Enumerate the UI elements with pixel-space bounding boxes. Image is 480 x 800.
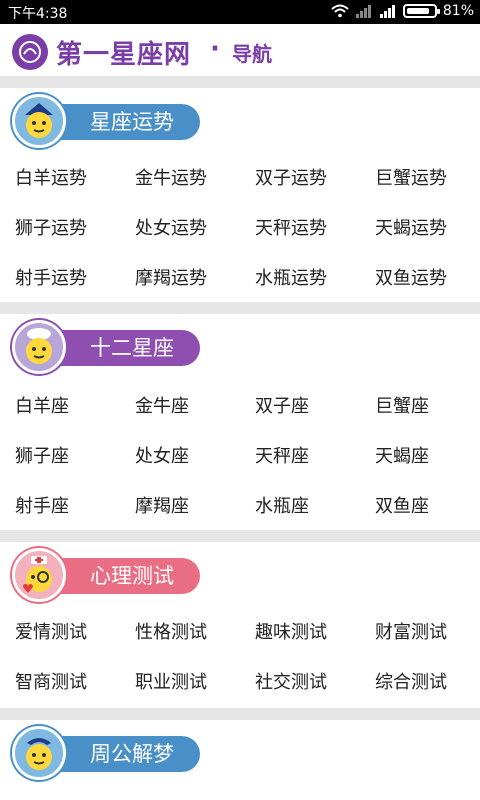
grid-item[interactable]: 金牛座 <box>120 380 240 430</box>
grid-item[interactable]: 双鱼座 <box>360 480 480 530</box>
section-header-horoscope: 星座运势 <box>8 94 208 148</box>
grid-item[interactable]: 白羊运势 <box>0 152 120 202</box>
horoscope-grid: 白羊运势 金牛运势 双子运势 巨蟹运势 狮子运势 处女运势 天秤运势 天蝎运势 … <box>0 152 480 302</box>
status-time: 下午4:38 <box>8 6 68 22</box>
grid-item[interactable]: 天秤座 <box>240 430 360 480</box>
section-title-pill: 心理测试 <box>44 558 200 594</box>
grid-item[interactable]: 双子运势 <box>240 152 360 202</box>
grid-item[interactable]: 综合测试 <box>360 656 480 706</box>
grid-item[interactable]: 摩羯座 <box>120 480 240 530</box>
signal-icon <box>355 5 371 18</box>
grid-item[interactable]: 水瓶座 <box>240 480 360 530</box>
battery-icon <box>402 4 440 18</box>
grid-item[interactable]: 智商测试 <box>0 656 120 706</box>
grid-item[interactable]: 职业测试 <box>120 656 240 706</box>
grid-item[interactable]: 狮子座 <box>0 430 120 480</box>
divider <box>0 708 480 720</box>
section-header-zodiac: 十二星座 <box>8 320 208 374</box>
grid-item[interactable]: 社交测试 <box>240 656 360 706</box>
grid-item[interactable]: 财富测试 <box>360 606 480 656</box>
status-bar: 下午4:38 81% <box>0 0 480 24</box>
chef-mascot-icon <box>12 320 66 374</box>
grid-item[interactable]: 处女座 <box>120 430 240 480</box>
section-title-pill: 十二星座 <box>44 330 200 366</box>
grid-item[interactable]: 摩羯运势 <box>120 252 240 302</box>
grid-item[interactable]: 水瓶运势 <box>240 252 360 302</box>
divider <box>0 530 480 542</box>
status-indicators: 81% <box>331 3 474 19</box>
logo-dot: · <box>210 34 220 64</box>
logo-text[interactable]: 第一星座网 <box>56 34 191 71</box>
grid-item[interactable]: 天蝎运势 <box>360 202 480 252</box>
divider <box>0 302 480 314</box>
section-header-psych-test: 心理测试 <box>8 548 208 602</box>
wifi-icon <box>331 4 349 18</box>
grid-item[interactable]: 处女运势 <box>120 202 240 252</box>
battery-percent: 81% <box>442 3 474 19</box>
logo-icon[interactable] <box>12 34 48 70</box>
grid-item[interactable]: 趣味测试 <box>240 606 360 656</box>
section-header-dream: 周公解梦 <box>8 726 208 780</box>
grid-item[interactable]: 双鱼运势 <box>360 252 480 302</box>
grid-item[interactable]: 巨蟹座 <box>360 380 480 430</box>
grid-item[interactable]: 天秤运势 <box>240 202 360 252</box>
grid-item[interactable]: 金牛运势 <box>120 152 240 202</box>
section-title-pill: 周公解梦 <box>44 736 200 772</box>
section-title-pill: 星座运势 <box>44 104 200 140</box>
grid-item[interactable]: 射手运势 <box>0 252 120 302</box>
grid-item[interactable]: 狮子运势 <box>0 202 120 252</box>
signal-icon-2 <box>379 5 395 18</box>
grid-item[interactable]: 白羊座 <box>0 380 120 430</box>
grid-item[interactable]: 爱情测试 <box>0 606 120 656</box>
section-title: 十二星座 <box>90 336 174 360</box>
psych-test-grid: 爱情测试 性格测试 趣味测试 财富测试 智商测试 职业测试 社交测试 综合测试 <box>0 606 480 706</box>
grid-item[interactable]: 性格测试 <box>120 606 240 656</box>
page-title: 导航 <box>232 42 272 66</box>
section-title: 心理测试 <box>90 564 174 588</box>
app-header: 第一星座网 · 导航 <box>0 24 480 76</box>
grid-item[interactable]: 双子座 <box>240 380 360 430</box>
zodiac-grid: 白羊座 金牛座 双子座 巨蟹座 狮子座 处女座 天秤座 天蝎座 射手座 摩羯座 … <box>0 380 480 530</box>
section-title: 周公解梦 <box>90 742 174 766</box>
wizard-mascot-icon <box>12 94 66 148</box>
grid-item[interactable]: 天蝎座 <box>360 430 480 480</box>
divider <box>0 76 480 88</box>
grid-item[interactable]: 巨蟹运势 <box>360 152 480 202</box>
section-title: 星座运势 <box>90 110 174 134</box>
grid-item[interactable]: 射手座 <box>0 480 120 530</box>
dream-mascot-icon <box>12 726 66 780</box>
doctor-mascot-icon <box>12 548 66 602</box>
